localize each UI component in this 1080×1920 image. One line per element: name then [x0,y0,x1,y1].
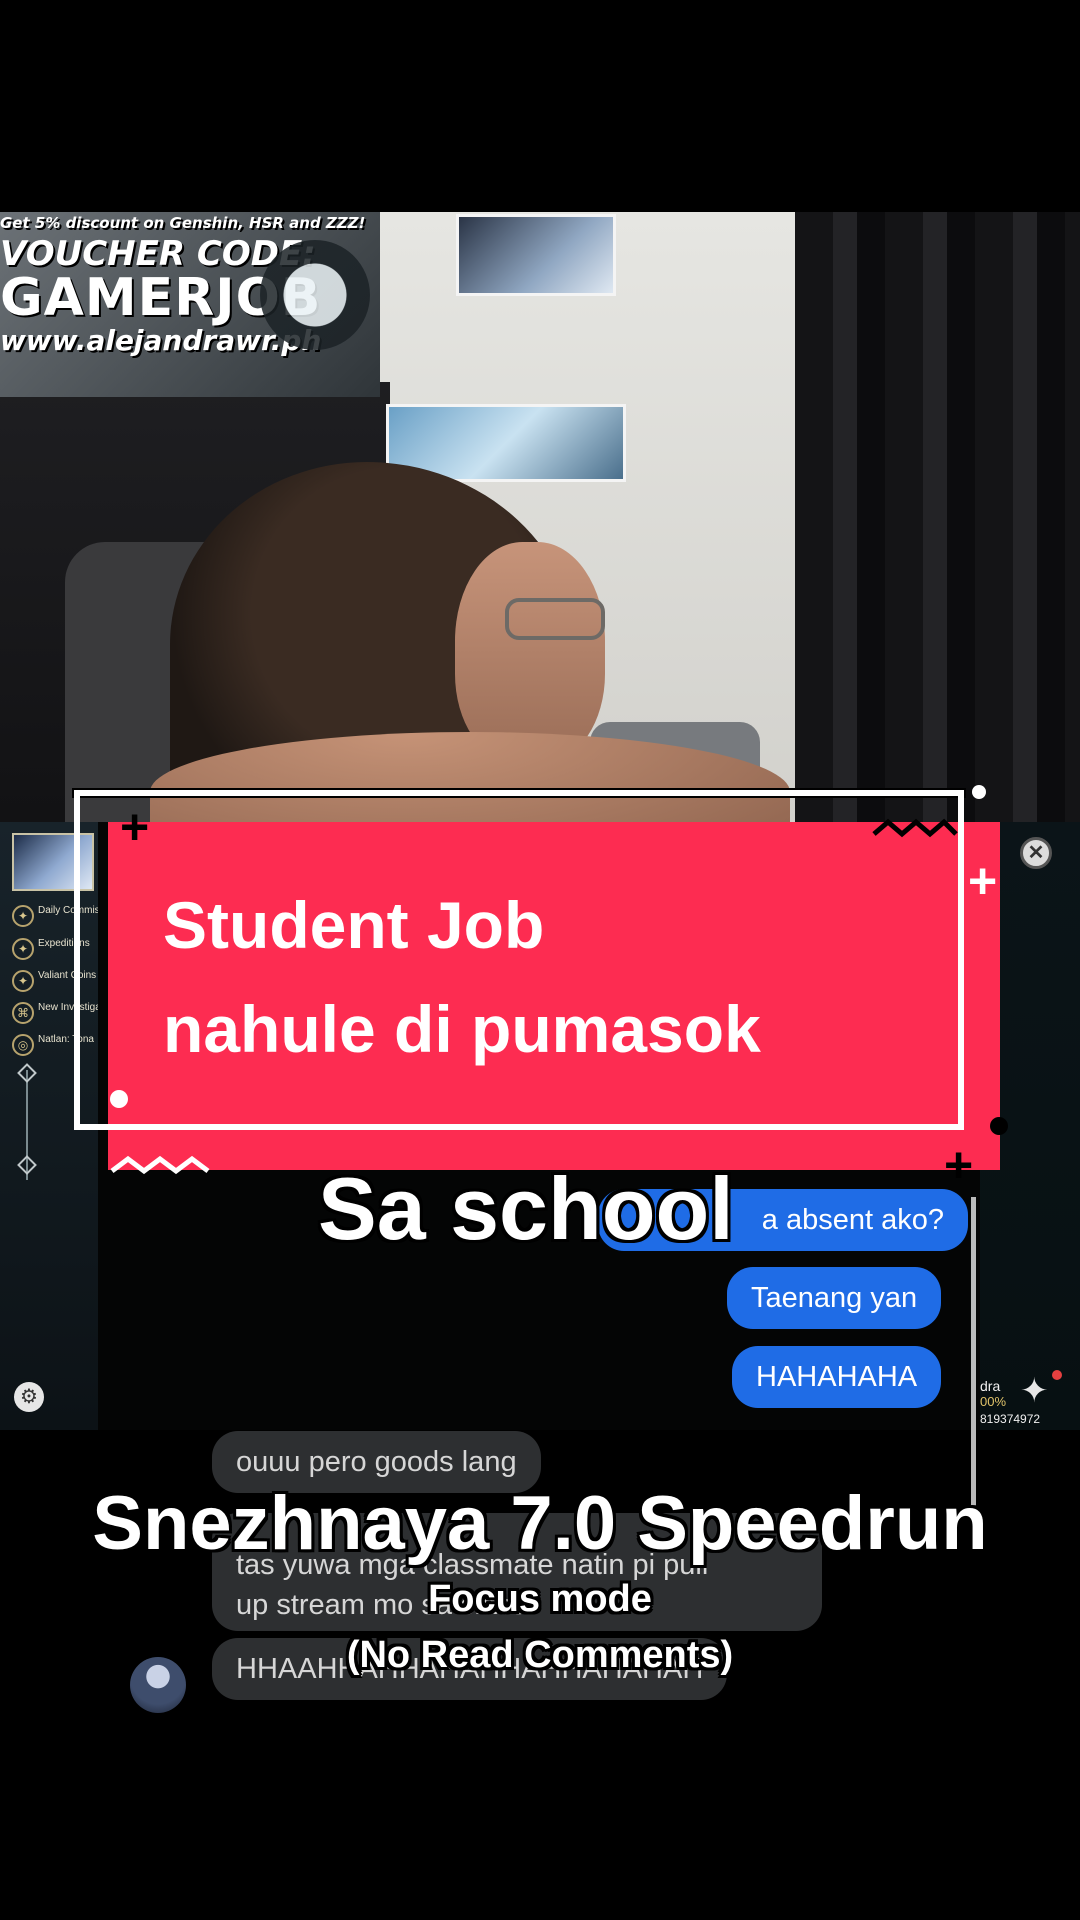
banner-logo [260,240,370,350]
dot-decoration [990,1117,1008,1135]
stream-banner: Get 5% discount on Genshin, HSR and ZZZ!… [0,212,380,397]
caption-school: Sa school [318,1159,734,1258]
streamer-face [455,542,605,762]
character-name: dra [980,1378,1001,1394]
plus-icon: + [944,1137,974,1193]
gear-icon[interactable]: ⚙ [14,1382,44,1412]
dot-decoration [972,785,986,799]
chat-scrollbar[interactable] [971,1197,976,1527]
natlan-icon: ◎ [12,1034,34,1056]
compass-star-icon[interactable]: ✦ [1020,1374,1054,1408]
character-percent: 00% [980,1394,1007,1409]
zigzag-icon [110,1155,210,1175]
track-node [17,1155,37,1175]
glasses [505,598,605,640]
track-node [17,1063,37,1083]
curtain-right [795,212,1080,822]
message-outgoing[interactable]: HAHAHAHA [732,1346,942,1408]
caption-focus: Focus mode [428,1578,652,1620]
dot-decoration [110,1090,128,1108]
zigzag-icon [872,818,958,838]
plus-icon: + [120,799,150,855]
expedition-icon: ✦ [12,938,34,960]
close-icon[interactable]: ✕ [1020,837,1052,869]
message-outgoing[interactable]: Taenang yan [727,1267,942,1329]
caption-focus-sub: (No Read Comments) [346,1634,734,1676]
caption-main: Snezhnaya 7.0 Speedrun [92,1481,988,1566]
banner-line-1: Get 5% discount on Genshin, HSR and ZZZ! [0,214,366,232]
webcam-feed: Get 5% discount on Genshin, HSR and ZZZ!… [0,212,1080,822]
player-uid: 819374972 [980,1412,1041,1426]
plus-icon: + [968,853,998,909]
wall-poster [456,214,616,296]
domain-icon: ⌘ [12,1002,34,1024]
notification-dot [1052,1370,1062,1380]
quest-icon: ✦ [12,905,34,927]
title-line-1: Student Job [163,888,545,962]
title-line-2: nahule di pumasok [163,992,761,1066]
reward-icon: ✦ [12,970,34,992]
